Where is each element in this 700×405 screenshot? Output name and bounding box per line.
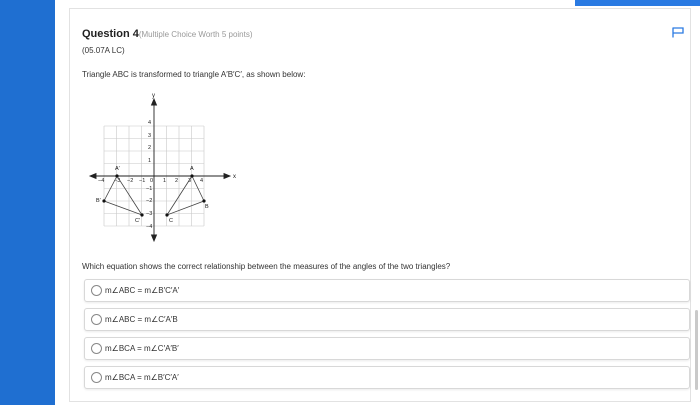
left-sidebar <box>0 0 55 405</box>
point-a-prime-label: A′ <box>115 166 120 172</box>
choice-option-2[interactable]: m∠ABC = m∠C′A′B <box>84 308 690 331</box>
question-prompt: Triangle ABC is transformed to triangle … <box>82 70 306 79</box>
point-b-label: B <box>205 204 209 210</box>
x-tick-label: 0 <box>150 178 153 184</box>
point-c-prime-label: C′ <box>135 218 140 224</box>
point-a-prime <box>115 174 119 178</box>
y-tick-label: −4 <box>146 224 152 230</box>
choice-label: m∠ABC = m∠C′A′B <box>105 315 178 324</box>
point-b <box>202 199 206 203</box>
question-ask: Which equation shows the correct relatio… <box>82 262 451 271</box>
point-c-label: C <box>169 218 173 224</box>
choice-label: m∠BCA = m∠C′A′B′ <box>105 344 179 353</box>
x-axis-label: x <box>233 174 236 180</box>
y-tick-label: 4 <box>148 120 151 126</box>
y-tick-label: −3 <box>146 211 152 217</box>
choice-option-1[interactable]: m∠ABC = m∠B′C′A′ <box>84 279 690 302</box>
point-b-prime <box>102 199 106 203</box>
y-tick-label: −1 <box>146 186 152 192</box>
x-tick-label: −4 <box>98 178 104 184</box>
flag-icon[interactable] <box>672 27 684 38</box>
radio-button[interactable] <box>91 285 102 296</box>
point-c <box>165 213 169 217</box>
x-tick-label: −2 <box>127 178 133 184</box>
choice-label: m∠BCA = m∠B′C′A′ <box>105 373 179 382</box>
radio-button[interactable] <box>91 314 102 325</box>
x-tick-label: 1 <box>163 178 166 184</box>
question-worth: (Multiple Choice Worth 5 points) <box>138 30 253 39</box>
radio-button[interactable] <box>91 372 102 383</box>
scrollbar[interactable] <box>695 310 698 390</box>
x-tick-label: 2 <box>175 178 178 184</box>
y-tick-label: 3 <box>148 133 151 139</box>
question-code: (05.07A LC) <box>82 46 125 55</box>
point-a-label: A <box>190 166 194 172</box>
radio-button[interactable] <box>91 343 102 354</box>
coordinate-graph: x y −4 −3 −2 −1 0 1 2 3 4 4 3 2 1 −1 −2 … <box>82 91 236 245</box>
point-c-prime <box>140 213 144 217</box>
choice-option-4[interactable]: m∠BCA = m∠B′C′A′ <box>84 366 690 389</box>
x-tick-label: −1 <box>139 178 145 184</box>
choice-label: m∠ABC = m∠B′C′A′ <box>105 286 180 295</box>
x-tick-label: −3 <box>114 178 120 184</box>
x-tick-label: 4 <box>200 178 203 184</box>
top-accent-bar <box>575 0 700 6</box>
question-number: Question 4 <box>82 28 139 40</box>
y-tick-label: −2 <box>146 198 152 204</box>
point-a <box>190 174 194 178</box>
question-card: Question 4(Multiple Choice Worth 5 point… <box>69 8 691 402</box>
y-axis-label: y <box>152 93 155 99</box>
question-title: Question 4(Multiple Choice Worth 5 point… <box>82 28 253 40</box>
point-b-prime-label: B′ <box>96 198 101 204</box>
choice-option-3[interactable]: m∠BCA = m∠C′A′B′ <box>84 337 690 360</box>
y-tick-label: 1 <box>148 158 151 164</box>
y-tick-label: 2 <box>148 145 151 151</box>
